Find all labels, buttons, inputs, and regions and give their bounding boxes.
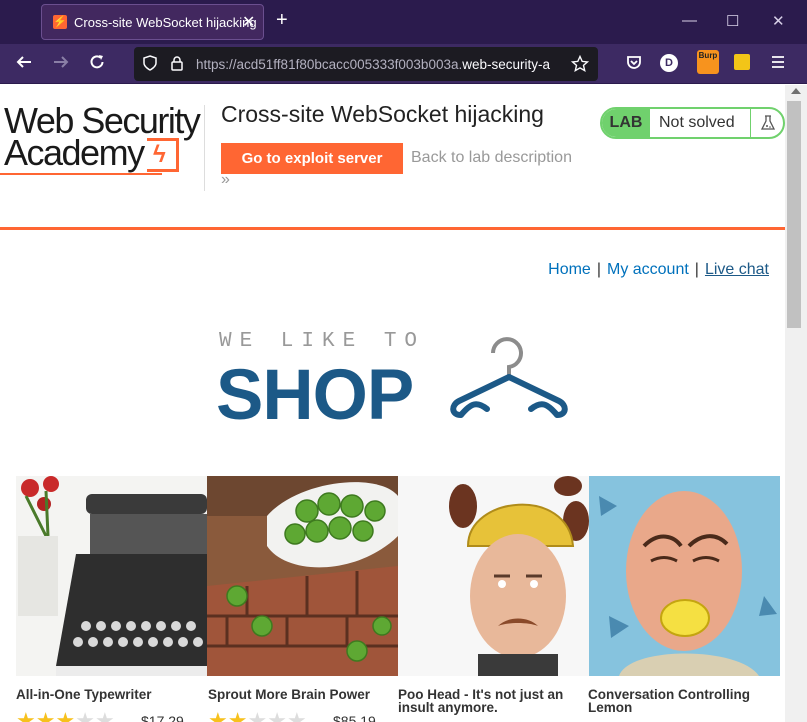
hero-tagline: WE LIKE TO (219, 330, 426, 353)
product-image-typewriter[interactable] (16, 476, 207, 676)
top-navigation: Home | My account | Live chat (548, 261, 769, 279)
star-icon: ★ (16, 708, 36, 722)
flask-icon (750, 109, 783, 137)
product-price: $85.19 (333, 713, 376, 722)
header-divider (204, 105, 205, 191)
nav-separator: | (596, 261, 601, 278)
star-icon: ★ (94, 708, 115, 722)
header-separator (0, 227, 785, 230)
product-image-poo-head[interactable] (398, 476, 589, 676)
home-link[interactable]: Home (548, 261, 591, 278)
star-icon: ★ (75, 708, 95, 722)
product-rating-stars: ★★★★★ (16, 708, 115, 722)
window-close-button[interactable]: ✕ (772, 12, 785, 30)
star-icon: ★ (227, 708, 248, 722)
product-name: Conversation Controlling Lemon (588, 687, 750, 715)
lab-status-badge: LAB Not solved (600, 107, 785, 139)
star-icon: ★ (55, 708, 76, 722)
extension-icon[interactable] (734, 54, 750, 70)
minimize-button[interactable]: — (682, 12, 697, 29)
product-name: All-in-One Typewriter (16, 687, 152, 702)
url-text[interactable]: https://acd51ff81f80bcacc005333f003b003a… (196, 57, 568, 72)
logo-underline (0, 173, 162, 175)
burp-extension-icon[interactable]: Burp (697, 50, 719, 74)
hanger-icon (450, 337, 568, 418)
tab-close-icon[interactable]: ✕ (242, 12, 255, 32)
lab-badge-label: LAB (602, 109, 650, 137)
profile-avatar[interactable]: D (660, 54, 678, 72)
go-to-exploit-server-button[interactable]: Go to exploit server (221, 143, 403, 174)
product-name: Sprout More Brain Power (208, 687, 371, 702)
portswigger-favicon-icon: ⚡ (53, 15, 67, 29)
url-bar[interactable]: https://acd51ff81f80bcacc005333f003b003a… (134, 47, 598, 81)
menu-icon[interactable] (770, 54, 786, 75)
lightning-bolt-icon: ϟ (153, 141, 166, 168)
product-name: Poo Head - It's not just an insult anymor… (398, 687, 564, 715)
new-tab-button[interactable]: + (276, 9, 288, 32)
star-icon: ★ (286, 708, 307, 722)
nav-separator: | (694, 261, 699, 278)
browser-tab[interactable]: ⚡ Cross-site WebSocket hijacking ✕ (41, 4, 264, 40)
scrollbar-thumb[interactable] (787, 101, 801, 328)
shield-icon[interactable] (142, 55, 158, 75)
product-rating-stars: ★★★★★ (208, 708, 307, 722)
scroll-up-arrow-icon[interactable] (791, 88, 801, 94)
star-icon: ★ (35, 708, 56, 722)
reload-icon[interactable] (88, 53, 106, 76)
lab-status-text: Not solved (659, 114, 735, 131)
bookmark-star-icon[interactable] (570, 54, 590, 77)
back-to-lab-description-link[interactable]: Back to lab description (411, 149, 572, 167)
star-icon: ★ (208, 708, 228, 722)
product-price: $17.29 (141, 713, 184, 722)
back-chevron-icon[interactable]: » (221, 171, 230, 189)
lab-title: Cross-site WebSocket hijacking (221, 101, 544, 127)
maximize-button[interactable]: ☐ (726, 12, 739, 30)
lock-icon[interactable] (170, 55, 184, 75)
back-arrow-icon[interactable] (15, 53, 33, 76)
browser-tab-bar: ⚡ Cross-site WebSocket hijacking ✕ + — ☐… (0, 0, 807, 44)
page-scrollbar[interactable] (785, 85, 807, 722)
star-icon: ★ (267, 708, 287, 722)
hero-title: SHOP (216, 356, 414, 435)
star-icon: ★ (247, 708, 268, 722)
live-chat-link[interactable]: Live chat (705, 261, 769, 278)
forward-arrow-icon[interactable] (52, 53, 70, 76)
page-content: Web Security Academy ϟ Cross-site WebSoc… (0, 85, 785, 722)
tab-title: Cross-site WebSocket hijacking (74, 15, 257, 30)
pocket-icon[interactable] (625, 53, 643, 76)
product-image-brussels-sprouts[interactable] (207, 476, 398, 676)
my-account-link[interactable]: My account (607, 261, 689, 278)
product-image-lemon[interactable] (589, 476, 780, 676)
